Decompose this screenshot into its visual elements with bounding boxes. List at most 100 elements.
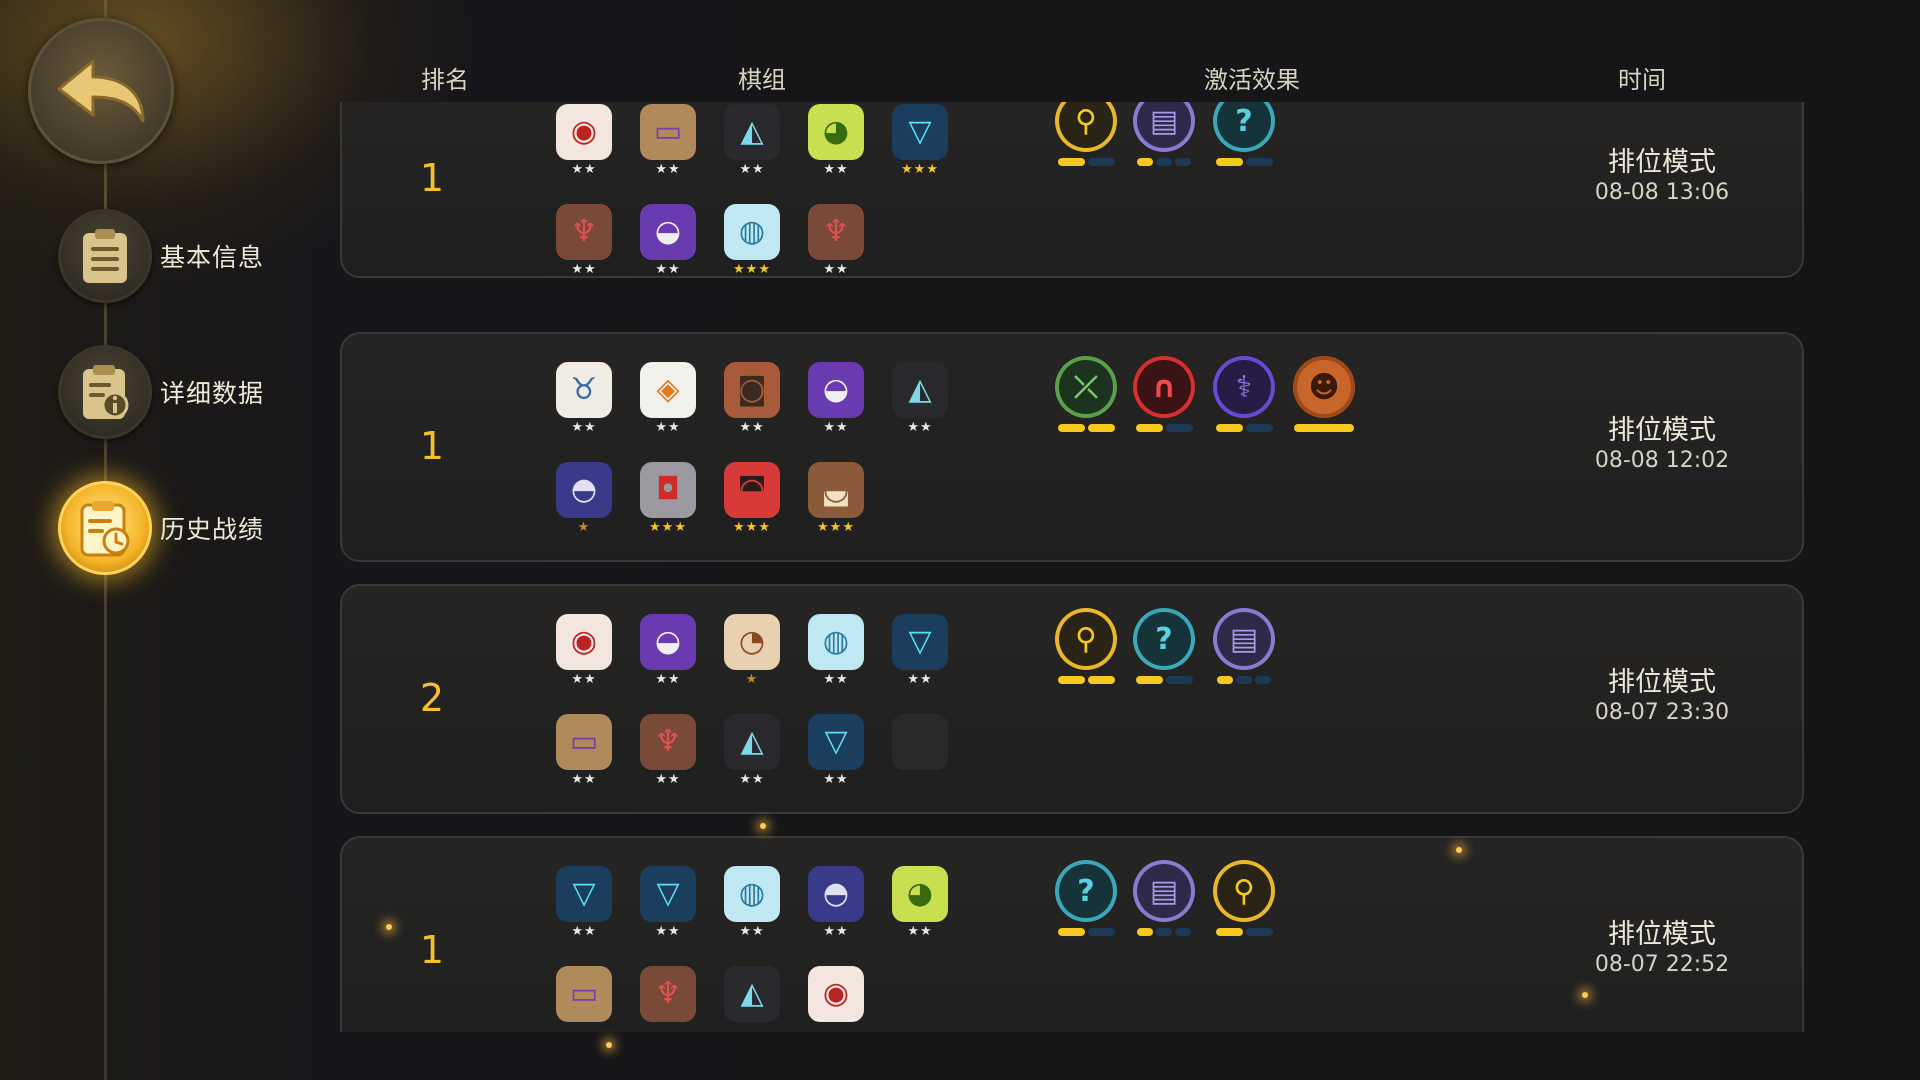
synergy-badge[interactable]: ▤ (1210, 608, 1278, 692)
synergy-progress (1052, 158, 1120, 166)
synergy-badge[interactable]: ∩ (1130, 356, 1198, 440)
blue-crystal-icon: ▽ (892, 614, 948, 670)
synergy-progress (1130, 158, 1198, 166)
spark-particle (606, 1042, 612, 1048)
chess-piece[interactable]: ◉ ★★ (552, 104, 616, 184)
synergy-badge[interactable]: ▤ (1130, 860, 1198, 944)
synergy-badge[interactable]: ? (1130, 608, 1198, 692)
chess-piece[interactable]: ◈ ★★ (636, 362, 700, 442)
chess-piece[interactable]: ◭ ★★ (888, 362, 952, 442)
synergy-progress-segment (1057, 676, 1085, 684)
history-row[interactable]: 2 ◉ ★★ ◒ ★★ ◔ ★ ◍ ★★ ▽ ★★ ▭ ★★ ♆ ★★ ◭ ★★ ▽ ★★ ⚲? ▤ 排位模式 08-07 … (340, 584, 1804, 814)
synergy-badge[interactable]: ⚲ (1052, 608, 1120, 692)
synergy-progress-segment (1057, 424, 1085, 432)
chess-piece[interactable]: ◭ ★★ (720, 714, 784, 794)
chess-piece[interactable]: ◭ (720, 966, 784, 1032)
synergy-badge[interactable]: ? (1210, 102, 1278, 174)
chess-piece[interactable]: ▭ ★★ (636, 104, 700, 184)
rank-value: 1 (419, 928, 445, 972)
chess-piece[interactable]: ◛ ★★★ (804, 462, 868, 542)
synergy-progress-segment (1236, 676, 1252, 684)
chess-piece[interactable]: ◒ ★★ (636, 204, 700, 284)
chess-piece[interactable]: ♆ (636, 966, 700, 1032)
chess-piece[interactable]: ◭ ★★ (720, 104, 784, 184)
sidebar-item-basic-info[interactable]: 基本信息 (58, 208, 318, 304)
spark-particle (386, 924, 392, 930)
chess-piece[interactable]: ◉ (804, 966, 868, 1032)
nav-circle (58, 209, 152, 303)
chess-piece[interactable]: ▽ ★★ (804, 714, 868, 794)
chess-piece[interactable]: ◉ ★★ (552, 614, 616, 694)
star-rating: ★★ (823, 162, 849, 177)
chess-piece[interactable]: ◓ ★ (552, 462, 616, 542)
purple-witch-icon: ◒ (640, 204, 696, 260)
synergy-progress (1052, 928, 1120, 936)
chess-piece[interactable]: ◕ ★★ (804, 104, 868, 184)
blue-hood-icon: ◓ (808, 866, 864, 922)
chess-piece[interactable] (888, 714, 952, 794)
dark-knight-icon: ◭ (724, 104, 780, 160)
bandaged-mummy-icon: ▭ (556, 966, 612, 1022)
chess-piece[interactable]: ◔ ★ (720, 614, 784, 694)
sidebar-item-detailed-data[interactable]: 详细数据 (58, 344, 318, 440)
history-clock-icon (80, 501, 130, 557)
nav-circle (58, 481, 152, 575)
synergy-badge[interactable]: ☻ (1290, 356, 1358, 440)
history-list[interactable]: 1 ◉ ★★ ▭ ★★ ◭ ★★ ◕ ★★ ▽ ★★★ ♆ ★★ ◒ ★★ ◍ ★★★ ♆ ★★ ⚲ ▤? 排位模式 08-… (338, 102, 1808, 1032)
star-rating: ★★ (655, 420, 681, 435)
synergy-progress-segment (1057, 928, 1085, 936)
chess-piece[interactable]: ◒ ★★ (804, 362, 868, 442)
chess-piece[interactable]: ◍ ★★★ (720, 204, 784, 284)
synergy-badge[interactable]: ? (1052, 860, 1120, 944)
synergy-progress (1052, 676, 1120, 684)
purple-tome-icon: ▤ (1133, 860, 1195, 922)
chess-piece[interactable]: ▽ ★★ (888, 614, 952, 694)
chess-piece[interactable]: ◚ ★★★ (720, 462, 784, 542)
star-rating: ★★ (739, 924, 765, 939)
chess-piece[interactable]: ▽ ★★ (552, 866, 616, 946)
synergy-badge[interactable]: ▤ (1130, 102, 1198, 174)
history-row[interactable]: 1 ◉ ★★ ▭ ★★ ◭ ★★ ◕ ★★ ▽ ★★★ ♆ ★★ ◒ ★★ ◍ ★★★ ♆ ★★ ⚲ ▤? 排位模式 08-… (340, 102, 1804, 278)
synergy-badge[interactable]: ⚲ (1052, 102, 1120, 174)
synergy-badge[interactable]: ⚲ (1210, 860, 1278, 944)
history-row[interactable]: 1 ♉ ★★ ◈ ★★ ◙ ★★ ◒ ★★ ◭ ★★ ◓ ★ ◘ ★★★ ◚ ★★★ ◛ ★★★ ⤫ ∩ ⚕ ☻ 排位模式 08… (340, 332, 1804, 562)
synergy-progress (1210, 158, 1278, 166)
synergy-badge[interactable]: ⤫ (1052, 356, 1120, 440)
synergy-badge[interactable]: ⚕ (1210, 356, 1278, 440)
chess-piece[interactable]: ▭ ★★ (552, 714, 616, 794)
chess-piece[interactable]: ◘ ★★★ (636, 462, 700, 542)
ice-beast-icon: ◍ (724, 866, 780, 922)
chess-piece[interactable]: ◕ ★★ (888, 866, 952, 946)
chess-piece[interactable]: ◙ ★★ (720, 362, 784, 442)
back-button[interactable] (28, 18, 174, 164)
star-rating: ★★ (907, 420, 933, 435)
star-rating: ★★ (907, 672, 933, 687)
history-row[interactable]: 1 ▽ ★★ ▽ ★★ ◍ ★★ ◓ ★★ ◕ ★★ ▭ ♆ ◭ ◉? ▤ ⚲ 排位模式 08-07 22:52 (340, 836, 1804, 1032)
synergy-progress (1210, 424, 1278, 432)
chess-piece[interactable]: ♉ ★★ (552, 362, 616, 442)
chess-piece[interactable]: ◍ ★★ (804, 614, 868, 694)
blue-hood-icon: ◓ (556, 462, 612, 518)
horned-warrior-icon: ♆ (808, 204, 864, 260)
chess-piece[interactable]: ♆ ★★ (552, 204, 616, 284)
star-rating (636, 1024, 700, 1032)
chess-piece[interactable]: ◒ ★★ (636, 614, 700, 694)
chess-piece[interactable]: ▽ ★★ (636, 866, 700, 946)
chess-piece[interactable]: ▽ ★★★ (888, 104, 952, 184)
chess-piece[interactable]: ♆ ★★ (636, 714, 700, 794)
sidebar-item-history[interactable]: 历史战绩 (58, 480, 318, 576)
chess-piece[interactable]: ♆ ★★ (804, 204, 868, 284)
sidebar-item-label: 历史战绩 (160, 515, 265, 544)
synergy-progress-segment (1087, 424, 1115, 432)
match-time: 08-08 13:06 (1594, 180, 1730, 205)
synergy-progress-segment (1217, 676, 1233, 684)
star-rating: ★★★ (733, 520, 771, 535)
red-golem-icon: ◘ (640, 462, 696, 518)
rank-value: 2 (419, 676, 445, 720)
green-bow-icon: ⤫ (1055, 356, 1117, 418)
chess-piece[interactable]: ◍ ★★ (720, 866, 784, 946)
star-rating (552, 1024, 616, 1032)
chess-piece[interactable]: ◓ ★★ (804, 866, 868, 946)
history-screen: 基本信息 详细数据 历史战绩 排名 棋组 激活效果 时间 1 ◉ ★★ ▭ ★★… (0, 0, 1920, 1080)
chess-piece[interactable]: ▭ (552, 966, 616, 1032)
